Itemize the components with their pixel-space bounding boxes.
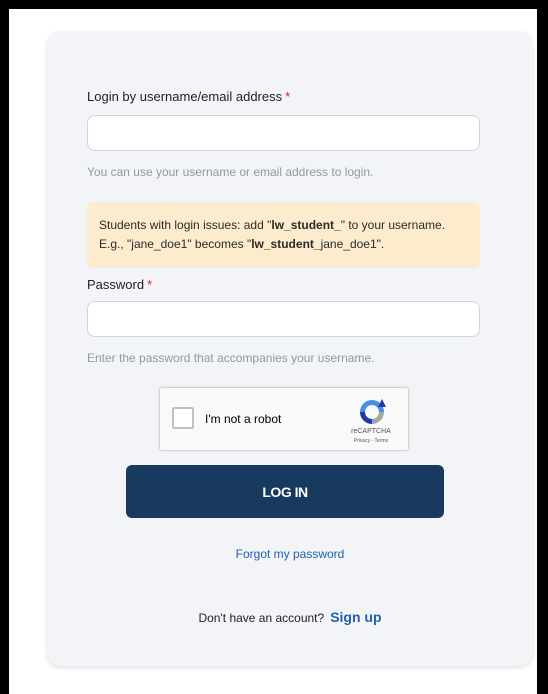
password-label: Password * <box>87 277 152 292</box>
page: Login by username/email address * You can… <box>9 9 537 694</box>
signup-prompt: Don't have an account? <box>198 611 325 625</box>
signup-row: Don't have an account? Sign up <box>47 609 533 625</box>
signup-link[interactable]: Sign up <box>330 609 381 625</box>
recaptcha-widget: I'm not a robot reCAPTCHA Privacy - Term… <box>159 387 409 451</box>
username-label: Login by username/email address * <box>87 89 290 104</box>
notice-line-2: E.g., "jane_doe1" becomes "lw_student_ja… <box>99 237 385 251</box>
forgot-password-link[interactable]: Forgot my password <box>47 547 533 561</box>
username-hint: You can use your username or email addre… <box>87 165 374 179</box>
notice-line-1: Students with login issues: add "lw_stud… <box>99 218 446 232</box>
password-label-text: Password <box>87 277 145 292</box>
login-button[interactable]: LOG IN <box>126 465 444 518</box>
login-card: Login by username/email address * You can… <box>47 31 533 666</box>
required-marker: * <box>147 277 153 292</box>
login-notice: Students with login issues: add "lw_stud… <box>87 202 480 268</box>
password-hint: Enter the password that accompanies your… <box>87 351 375 365</box>
recaptcha-brand: reCAPTCHA <box>351 428 391 435</box>
username-label-text: Login by username/email address <box>87 89 283 104</box>
recaptcha-links[interactable]: Privacy - Terms <box>336 438 406 444</box>
recaptcha-logo-icon <box>360 399 386 424</box>
recaptcha-checkbox[interactable] <box>172 407 194 429</box>
recaptcha-label: I'm not a robot <box>205 412 282 426</box>
username-input[interactable] <box>87 115 480 151</box>
password-input[interactable] <box>87 301 480 337</box>
forgot-password-text[interactable]: Forgot my password <box>236 547 345 561</box>
required-marker: * <box>285 89 291 104</box>
